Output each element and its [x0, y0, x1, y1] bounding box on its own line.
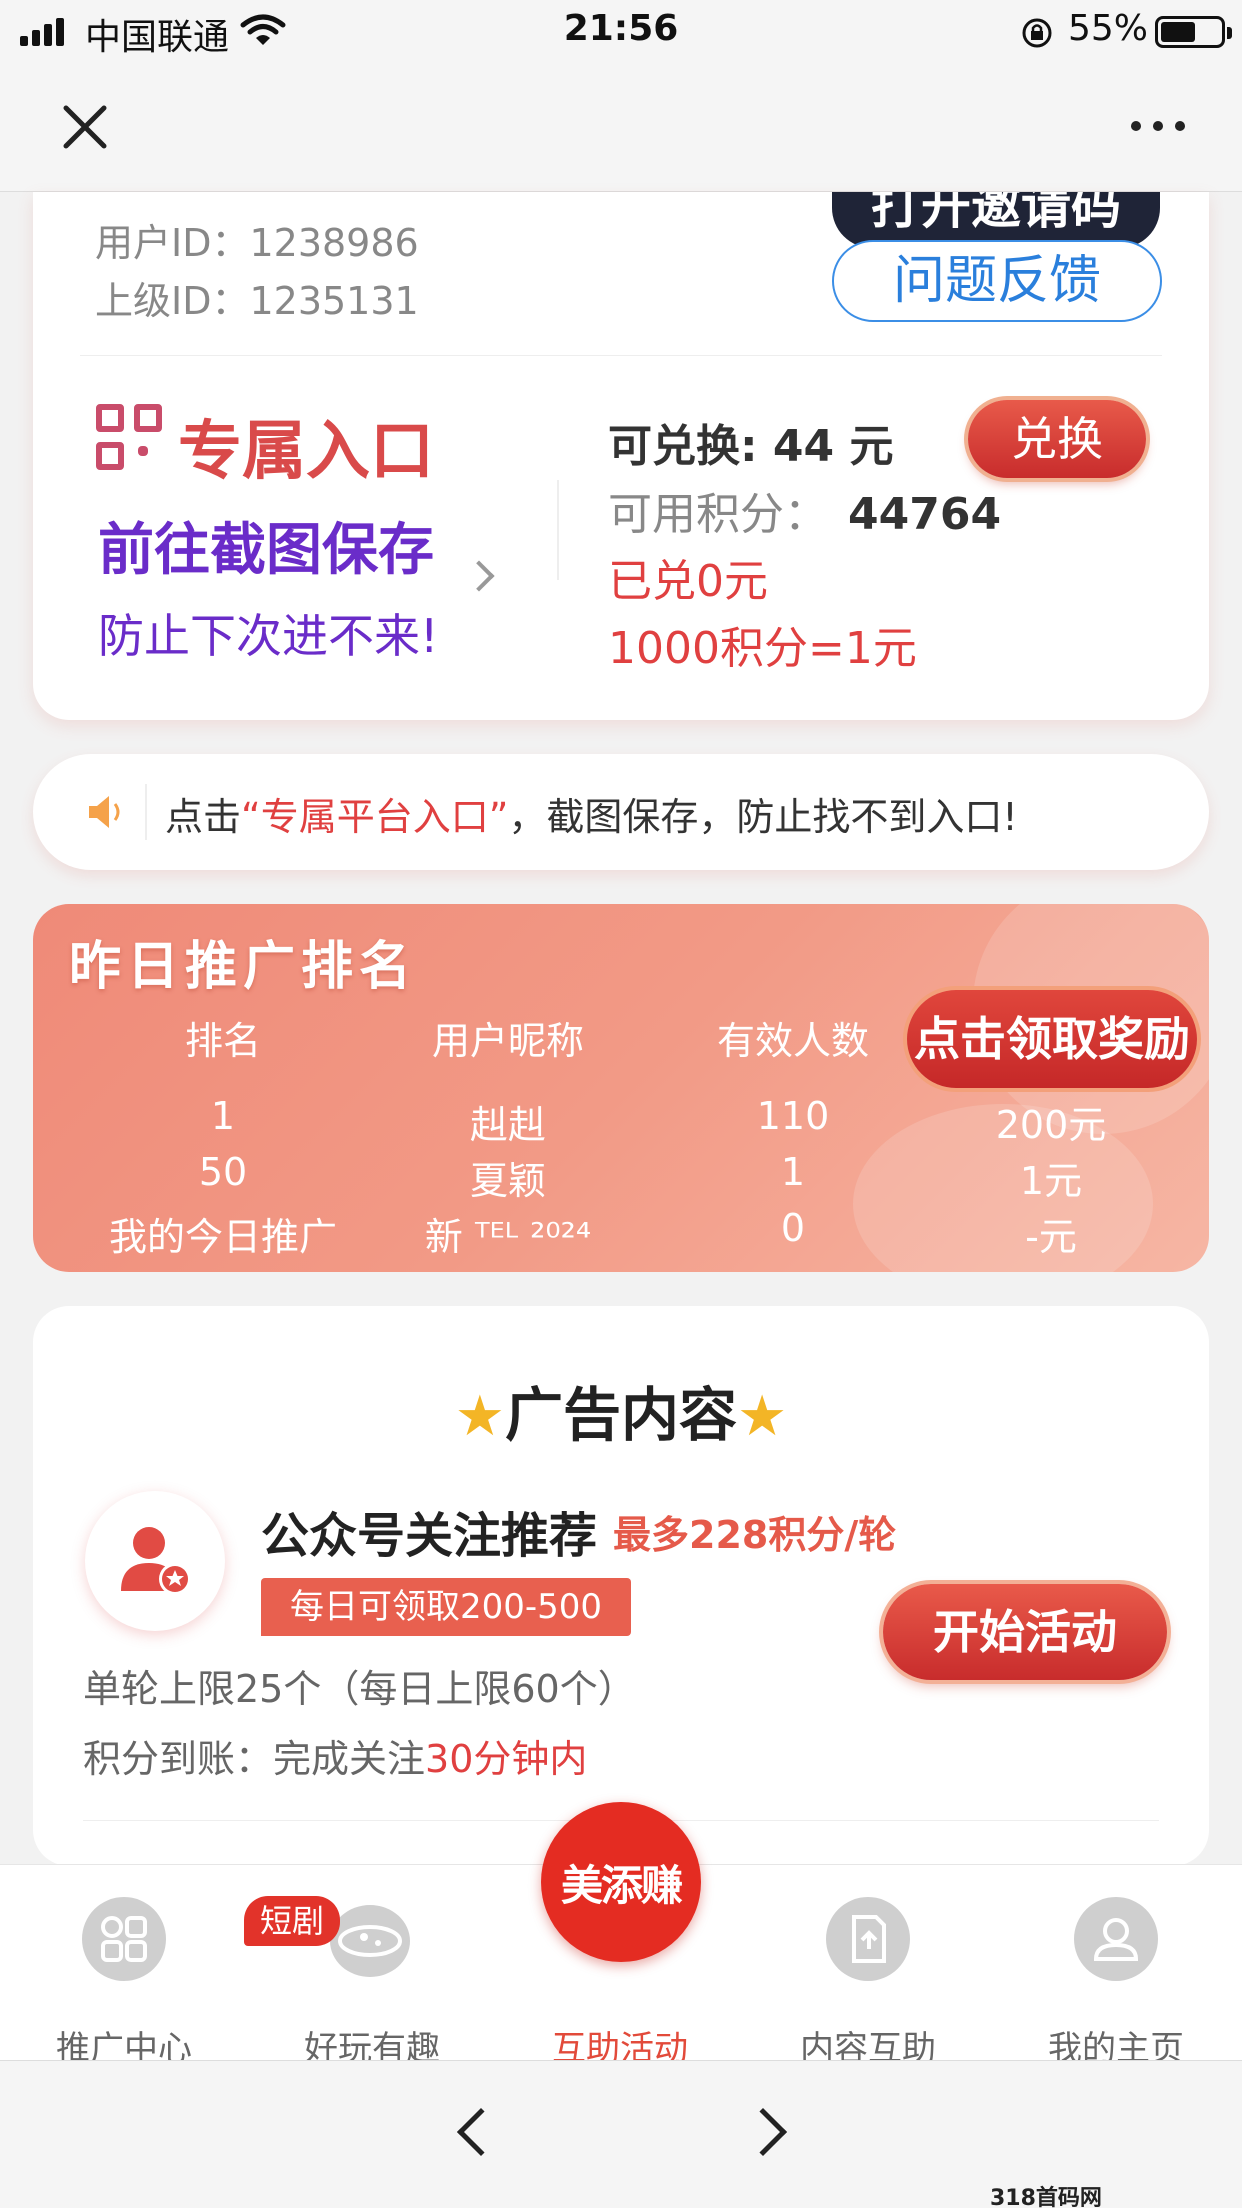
- exchange-button[interactable]: 兑换: [968, 400, 1146, 478]
- name-cell: 夏颖: [469, 1159, 546, 1203]
- user-id-value: 1238986: [249, 221, 419, 265]
- entry-subtitle: 前往截图保存: [98, 518, 434, 583]
- feedback-button[interactable]: 问题反馈: [832, 240, 1162, 322]
- reward-cell: -元: [1025, 1215, 1077, 1259]
- planet-icon: [330, 1905, 410, 1977]
- tab-my-home[interactable]: 我的主页: [992, 1865, 1240, 2069]
- user-star-icon: [121, 1527, 191, 1595]
- ad-content-card: ★广告内容★ 公众号关注推荐 最多228积分/轮 每日可领取200-500 单轮…: [33, 1306, 1209, 1866]
- parent-id-value: 1235131: [249, 279, 419, 323]
- qrcode-icon: [96, 404, 162, 470]
- redeemed-amount: 已兑0元: [608, 556, 768, 607]
- profile-card: 用户ID：1238986 上级ID：1235131 打开邀请码 问题反馈 专属入…: [33, 192, 1209, 720]
- user-icon: [1074, 1897, 1158, 1981]
- chevron-right-icon: [463, 560, 495, 592]
- avatar: [85, 1491, 225, 1631]
- header-nickname: 用户昵称: [431, 1019, 584, 1063]
- document-icon: [826, 1897, 910, 1981]
- count-cell: 110: [756, 1094, 830, 1138]
- rank-cell: 50: [198, 1150, 248, 1194]
- user-id-label: 用户ID：: [95, 221, 250, 265]
- browser-nav-bar: [0, 62, 1242, 192]
- reward-cell: 1元: [1019, 1159, 1083, 1203]
- watermark: 318首码网 www.e318.com: [990, 2186, 1102, 2208]
- ad-name: 公众号关注推荐: [261, 1508, 598, 1564]
- start-activity-button[interactable]: 开始活动: [883, 1584, 1167, 1680]
- ad-section-title: ★广告内容★: [454, 1381, 788, 1449]
- clock: 21:56: [563, 8, 679, 49]
- entry-note: 防止下次进不来!: [98, 609, 439, 663]
- ad-limit: 单轮上限25个（每日上限60个）: [83, 1667, 636, 1711]
- tab-promotion-center[interactable]: 推广中心: [0, 1865, 248, 2069]
- logo-icon[interactable]: 美添赚: [541, 1802, 701, 1962]
- notice-text: 点击“专属平台入口”，截图保存，防止找不到入口!: [165, 795, 1018, 839]
- daily-tag: 每日可领取200-500: [261, 1578, 631, 1636]
- exchange-rate: 1000积分=1元: [608, 623, 917, 674]
- name-cell: 赳赳: [469, 1103, 546, 1147]
- battery-percent: 55%: [1068, 8, 1149, 49]
- count-cell: 0: [780, 1206, 806, 1250]
- divider: [557, 480, 559, 580]
- battery-icon: [1155, 16, 1232, 48]
- divider: [145, 784, 147, 840]
- grid-icon: [82, 1897, 166, 1981]
- entry-title: 专属入口: [178, 415, 434, 489]
- parent-id-label: 上级ID：: [95, 279, 250, 323]
- header-count: 有效人数: [716, 1019, 869, 1063]
- header-rank: 排名: [184, 1019, 261, 1063]
- reward-cell: 200元: [995, 1103, 1107, 1147]
- redeemable-amount: 可兑换: 44 元: [608, 421, 894, 472]
- short-drama-badge: 短剧: [244, 1896, 340, 1946]
- ranking-card: 昨日推广排名 排名 用户昵称 有效人数 点击领取奖励 1 赳赳 110 200元…: [33, 904, 1209, 1272]
- tab-content-mutual[interactable]: 内容互助: [744, 1865, 992, 2069]
- claim-reward-button[interactable]: 点击领取奖励: [907, 990, 1197, 1088]
- available-points: 可用积分： 44764: [608, 489, 1002, 540]
- divider: [80, 355, 1162, 356]
- tab-fun[interactable]: 好玩有趣: [248, 1865, 496, 2069]
- ad-arrival: 积分到账：完成关注30分钟内: [83, 1737, 588, 1781]
- chevron-right-icon[interactable]: [738, 2107, 788, 2157]
- rank-cell: 1: [210, 1094, 236, 1138]
- rank-cell: 我的今日推广: [108, 1215, 337, 1259]
- chevron-left-icon[interactable]: [456, 2107, 506, 2157]
- star-icon: ★: [454, 1384, 505, 1449]
- ranking-title: 昨日推广排名: [69, 937, 418, 997]
- name-cell: 新 ᵀᴱᴸ ²⁰²⁴: [424, 1215, 592, 1259]
- close-icon[interactable]: [60, 102, 110, 152]
- star-icon: ★: [737, 1384, 788, 1449]
- speaker-icon: [89, 796, 120, 828]
- parent-id-row: 上级ID：1235131: [95, 270, 419, 325]
- status-bar: 中国联通 21:56 55%: [0, 0, 1242, 62]
- notice-bar[interactable]: 点击“专属平台入口”，截图保存，防止找不到入口!: [33, 754, 1209, 870]
- logo-text: 美添赚: [560, 1861, 683, 1910]
- more-icon[interactable]: [1128, 116, 1188, 136]
- count-cell: 1: [780, 1150, 806, 1194]
- rotation-lock-icon: [1022, 18, 1052, 48]
- ad-max-points: 最多228积分/轮: [613, 1513, 897, 1557]
- user-id-row: 用户ID：1238986: [95, 212, 419, 267]
